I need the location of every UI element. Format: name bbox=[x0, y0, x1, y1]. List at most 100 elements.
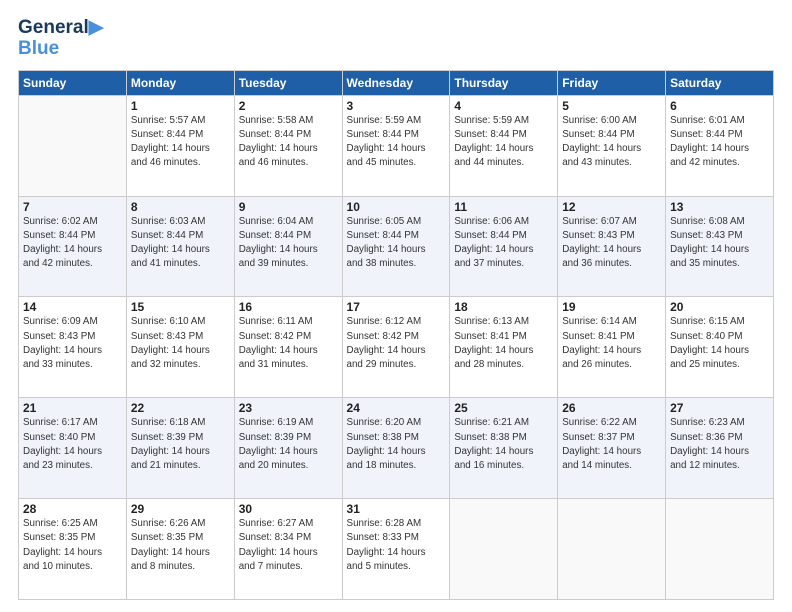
calendar-day-cell: 3Sunrise: 5:59 AM Sunset: 8:44 PM Daylig… bbox=[342, 95, 450, 196]
calendar-day-cell: 23Sunrise: 6:19 AM Sunset: 8:39 PM Dayli… bbox=[234, 398, 342, 499]
calendar-day-cell: 15Sunrise: 6:10 AM Sunset: 8:43 PM Dayli… bbox=[126, 297, 234, 398]
day-number: 27 bbox=[670, 401, 769, 415]
calendar-header-cell: Monday bbox=[126, 70, 234, 95]
calendar-day-cell bbox=[19, 95, 127, 196]
day-number: 9 bbox=[239, 200, 338, 214]
calendar-day-cell: 26Sunrise: 6:22 AM Sunset: 8:37 PM Dayli… bbox=[558, 398, 666, 499]
day-number: 23 bbox=[239, 401, 338, 415]
day-number: 14 bbox=[23, 300, 122, 314]
calendar-day-cell: 7Sunrise: 6:02 AM Sunset: 8:44 PM Daylig… bbox=[19, 196, 127, 297]
calendar-day-cell: 20Sunrise: 6:15 AM Sunset: 8:40 PM Dayli… bbox=[666, 297, 774, 398]
calendar-day-cell bbox=[450, 499, 558, 600]
day-info: Sunrise: 5:59 AM Sunset: 8:44 PM Dayligh… bbox=[347, 114, 446, 171]
day-number: 10 bbox=[347, 200, 446, 214]
calendar-day-cell: 19Sunrise: 6:14 AM Sunset: 8:41 PM Dayli… bbox=[558, 297, 666, 398]
day-number: 1 bbox=[131, 99, 230, 113]
day-info: Sunrise: 6:26 AM Sunset: 8:35 PM Dayligh… bbox=[131, 517, 230, 574]
day-number: 4 bbox=[454, 99, 553, 113]
day-number: 12 bbox=[562, 200, 661, 214]
calendar-week-row: 1Sunrise: 5:57 AM Sunset: 8:44 PM Daylig… bbox=[19, 95, 774, 196]
day-number: 6 bbox=[670, 99, 769, 113]
day-number: 31 bbox=[347, 502, 446, 516]
day-number: 7 bbox=[23, 200, 122, 214]
day-number: 17 bbox=[347, 300, 446, 314]
calendar-day-cell: 22Sunrise: 6:18 AM Sunset: 8:39 PM Dayli… bbox=[126, 398, 234, 499]
day-info: Sunrise: 6:12 AM Sunset: 8:42 PM Dayligh… bbox=[347, 315, 446, 372]
day-number: 21 bbox=[23, 401, 122, 415]
day-info: Sunrise: 5:59 AM Sunset: 8:44 PM Dayligh… bbox=[454, 114, 553, 171]
day-number: 29 bbox=[131, 502, 230, 516]
day-info: Sunrise: 6:13 AM Sunset: 8:41 PM Dayligh… bbox=[454, 315, 553, 372]
day-info: Sunrise: 6:22 AM Sunset: 8:37 PM Dayligh… bbox=[562, 416, 661, 473]
day-number: 30 bbox=[239, 502, 338, 516]
day-info: Sunrise: 6:08 AM Sunset: 8:43 PM Dayligh… bbox=[670, 215, 769, 272]
day-info: Sunrise: 6:01 AM Sunset: 8:44 PM Dayligh… bbox=[670, 114, 769, 171]
calendar-week-row: 7Sunrise: 6:02 AM Sunset: 8:44 PM Daylig… bbox=[19, 196, 774, 297]
calendar-day-cell: 16Sunrise: 6:11 AM Sunset: 8:42 PM Dayli… bbox=[234, 297, 342, 398]
day-info: Sunrise: 6:03 AM Sunset: 8:44 PM Dayligh… bbox=[131, 215, 230, 272]
calendar-day-cell: 1Sunrise: 5:57 AM Sunset: 8:44 PM Daylig… bbox=[126, 95, 234, 196]
day-info: Sunrise: 6:27 AM Sunset: 8:34 PM Dayligh… bbox=[239, 517, 338, 574]
calendar-day-cell bbox=[666, 499, 774, 600]
calendar-week-row: 14Sunrise: 6:09 AM Sunset: 8:43 PM Dayli… bbox=[19, 297, 774, 398]
calendar-header-cell: Sunday bbox=[19, 70, 127, 95]
calendar-header-row: SundayMondayTuesdayWednesdayThursdayFrid… bbox=[19, 70, 774, 95]
calendar-day-cell: 31Sunrise: 6:28 AM Sunset: 8:33 PM Dayli… bbox=[342, 499, 450, 600]
day-info: Sunrise: 6:18 AM Sunset: 8:39 PM Dayligh… bbox=[131, 416, 230, 473]
day-info: Sunrise: 6:21 AM Sunset: 8:38 PM Dayligh… bbox=[454, 416, 553, 473]
day-info: Sunrise: 6:20 AM Sunset: 8:38 PM Dayligh… bbox=[347, 416, 446, 473]
calendar-day-cell: 8Sunrise: 6:03 AM Sunset: 8:44 PM Daylig… bbox=[126, 196, 234, 297]
calendar-day-cell: 30Sunrise: 6:27 AM Sunset: 8:34 PM Dayli… bbox=[234, 499, 342, 600]
calendar-header-cell: Friday bbox=[558, 70, 666, 95]
day-info: Sunrise: 6:17 AM Sunset: 8:40 PM Dayligh… bbox=[23, 416, 122, 473]
day-number: 11 bbox=[454, 200, 553, 214]
day-info: Sunrise: 6:09 AM Sunset: 8:43 PM Dayligh… bbox=[23, 315, 122, 372]
calendar-day-cell: 25Sunrise: 6:21 AM Sunset: 8:38 PM Dayli… bbox=[450, 398, 558, 499]
day-info: Sunrise: 6:10 AM Sunset: 8:43 PM Dayligh… bbox=[131, 315, 230, 372]
day-number: 26 bbox=[562, 401, 661, 415]
day-number: 16 bbox=[239, 300, 338, 314]
calendar-week-row: 21Sunrise: 6:17 AM Sunset: 8:40 PM Dayli… bbox=[19, 398, 774, 499]
day-info: Sunrise: 6:14 AM Sunset: 8:41 PM Dayligh… bbox=[562, 315, 661, 372]
day-info: Sunrise: 5:58 AM Sunset: 8:44 PM Dayligh… bbox=[239, 114, 338, 171]
day-number: 2 bbox=[239, 99, 338, 113]
day-number: 20 bbox=[670, 300, 769, 314]
day-info: Sunrise: 5:57 AM Sunset: 8:44 PM Dayligh… bbox=[131, 114, 230, 171]
calendar-day-cell: 29Sunrise: 6:26 AM Sunset: 8:35 PM Dayli… bbox=[126, 499, 234, 600]
day-info: Sunrise: 6:15 AM Sunset: 8:40 PM Dayligh… bbox=[670, 315, 769, 372]
day-number: 18 bbox=[454, 300, 553, 314]
day-info: Sunrise: 6:19 AM Sunset: 8:39 PM Dayligh… bbox=[239, 416, 338, 473]
calendar-day-cell: 11Sunrise: 6:06 AM Sunset: 8:44 PM Dayli… bbox=[450, 196, 558, 297]
calendar-day-cell: 18Sunrise: 6:13 AM Sunset: 8:41 PM Dayli… bbox=[450, 297, 558, 398]
calendar-day-cell: 14Sunrise: 6:09 AM Sunset: 8:43 PM Dayli… bbox=[19, 297, 127, 398]
logo: General▶ Blue bbox=[18, 18, 103, 60]
day-number: 24 bbox=[347, 401, 446, 415]
day-info: Sunrise: 6:07 AM Sunset: 8:43 PM Dayligh… bbox=[562, 215, 661, 272]
calendar-day-cell: 6Sunrise: 6:01 AM Sunset: 8:44 PM Daylig… bbox=[666, 95, 774, 196]
day-number: 25 bbox=[454, 401, 553, 415]
day-number: 15 bbox=[131, 300, 230, 314]
day-info: Sunrise: 6:02 AM Sunset: 8:44 PM Dayligh… bbox=[23, 215, 122, 272]
day-info: Sunrise: 6:00 AM Sunset: 8:44 PM Dayligh… bbox=[562, 114, 661, 171]
calendar-day-cell: 21Sunrise: 6:17 AM Sunset: 8:40 PM Dayli… bbox=[19, 398, 127, 499]
calendar: SundayMondayTuesdayWednesdayThursdayFrid… bbox=[18, 70, 774, 600]
calendar-header-cell: Wednesday bbox=[342, 70, 450, 95]
calendar-day-cell: 9Sunrise: 6:04 AM Sunset: 8:44 PM Daylig… bbox=[234, 196, 342, 297]
day-number: 22 bbox=[131, 401, 230, 415]
day-info: Sunrise: 6:25 AM Sunset: 8:35 PM Dayligh… bbox=[23, 517, 122, 574]
day-number: 19 bbox=[562, 300, 661, 314]
day-info: Sunrise: 6:11 AM Sunset: 8:42 PM Dayligh… bbox=[239, 315, 338, 372]
logo-line2: Blue bbox=[18, 39, 103, 60]
calendar-day-cell: 4Sunrise: 5:59 AM Sunset: 8:44 PM Daylig… bbox=[450, 95, 558, 196]
calendar-day-cell: 28Sunrise: 6:25 AM Sunset: 8:35 PM Dayli… bbox=[19, 499, 127, 600]
calendar-day-cell: 2Sunrise: 5:58 AM Sunset: 8:44 PM Daylig… bbox=[234, 95, 342, 196]
day-number: 13 bbox=[670, 200, 769, 214]
page: General▶ Blue SundayMondayTuesdayWednesd… bbox=[0, 0, 792, 612]
calendar-header-cell: Thursday bbox=[450, 70, 558, 95]
calendar-day-cell bbox=[558, 499, 666, 600]
calendar-day-cell: 13Sunrise: 6:08 AM Sunset: 8:43 PM Dayli… bbox=[666, 196, 774, 297]
calendar-day-cell: 27Sunrise: 6:23 AM Sunset: 8:36 PM Dayli… bbox=[666, 398, 774, 499]
calendar-day-cell: 24Sunrise: 6:20 AM Sunset: 8:38 PM Dayli… bbox=[342, 398, 450, 499]
calendar-body: 1Sunrise: 5:57 AM Sunset: 8:44 PM Daylig… bbox=[19, 95, 774, 599]
day-info: Sunrise: 6:04 AM Sunset: 8:44 PM Dayligh… bbox=[239, 215, 338, 272]
